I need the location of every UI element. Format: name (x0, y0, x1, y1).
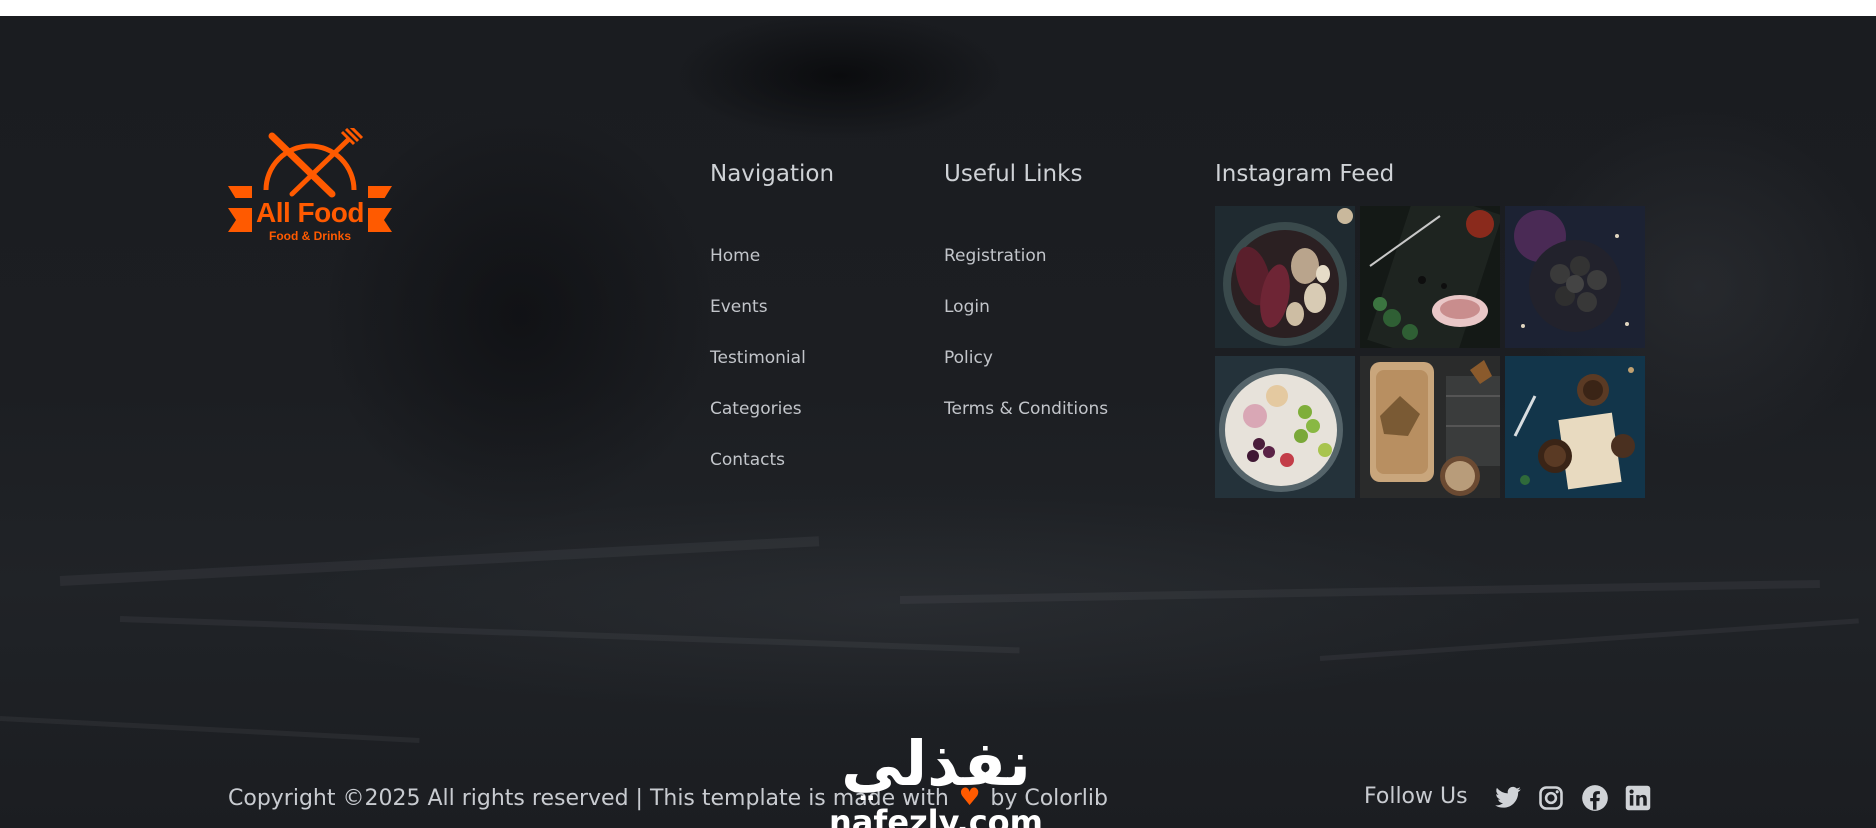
list-item: Contacts (710, 445, 806, 496)
nav-link-events[interactable]: Events (710, 297, 768, 317)
bg-smoke-streak (1319, 618, 1859, 661)
facebook-icon[interactable] (1581, 784, 1609, 812)
bg-smoke-streak (59, 536, 820, 586)
list-item: Terms & Conditions (944, 394, 1108, 445)
bg-smoke-streak (119, 616, 1020, 654)
list-item: Registration (944, 241, 1108, 292)
brand-tagline: Food & Drinks (268, 229, 351, 243)
useful-links-list: Registration Login Policy Terms & Condit… (944, 241, 1108, 445)
instagram-feed-heading: Instagram Feed (1215, 161, 1395, 187)
list-item: Policy (944, 343, 1108, 394)
list-item: Categories (710, 394, 806, 445)
list-item: Home (710, 241, 806, 292)
nav-link-categories[interactable]: Categories (710, 399, 802, 419)
nav-link-testimonial[interactable]: Testimonial (710, 348, 806, 368)
bread-autumn-leaves-photo[interactable] (1360, 356, 1500, 498)
twitter-icon[interactable] (1494, 784, 1522, 812)
link-policy[interactable]: Policy (944, 348, 993, 368)
list-item: Testimonial (710, 343, 806, 394)
link-registration[interactable]: Registration (944, 246, 1047, 266)
bg-smoke-streak (899, 579, 1820, 604)
list-item: Events (710, 292, 806, 343)
linkedin-icon[interactable] (1624, 784, 1652, 812)
dark-truffles-photo[interactable] (1505, 206, 1645, 348)
chocolate-muffins-photo[interactable] (1505, 356, 1645, 498)
useful-links-heading: Useful Links (944, 161, 1083, 187)
site-footer: All Food Food & Drinks Navigation Home E… (0, 16, 1876, 828)
list-item: Login (944, 292, 1108, 343)
instagram-feed-grid (1215, 206, 1645, 498)
link-login[interactable]: Login (944, 297, 990, 317)
nav-link-contacts[interactable]: Contacts (710, 450, 785, 470)
navigation-list: Home Events Testimonial Categories Conta… (710, 241, 806, 496)
brand-logo[interactable]: All Food Food & Drinks (228, 128, 392, 250)
instagram-icon[interactable] (1537, 784, 1565, 812)
navigation-heading: Navigation (710, 161, 835, 187)
watermark-arabic-text: نفذلي (841, 727, 1031, 800)
watermark-latin-text: nafezly.com (829, 803, 1043, 828)
follow-us-label: Follow Us (1364, 784, 1468, 809)
nafezly-watermark: نفذلي nafezly.com (826, 724, 1046, 828)
bg-smoke-streak (0, 716, 420, 743)
link-terms-conditions[interactable]: Terms & Conditions (944, 399, 1108, 419)
cured-salmon-board-photo[interactable] (1360, 206, 1500, 348)
grapes-platter-photo[interactable] (1215, 356, 1355, 498)
roasted-beets-photo[interactable] (1215, 206, 1355, 348)
brand-name: All Food (256, 197, 364, 228)
nav-link-home[interactable]: Home (710, 246, 760, 266)
